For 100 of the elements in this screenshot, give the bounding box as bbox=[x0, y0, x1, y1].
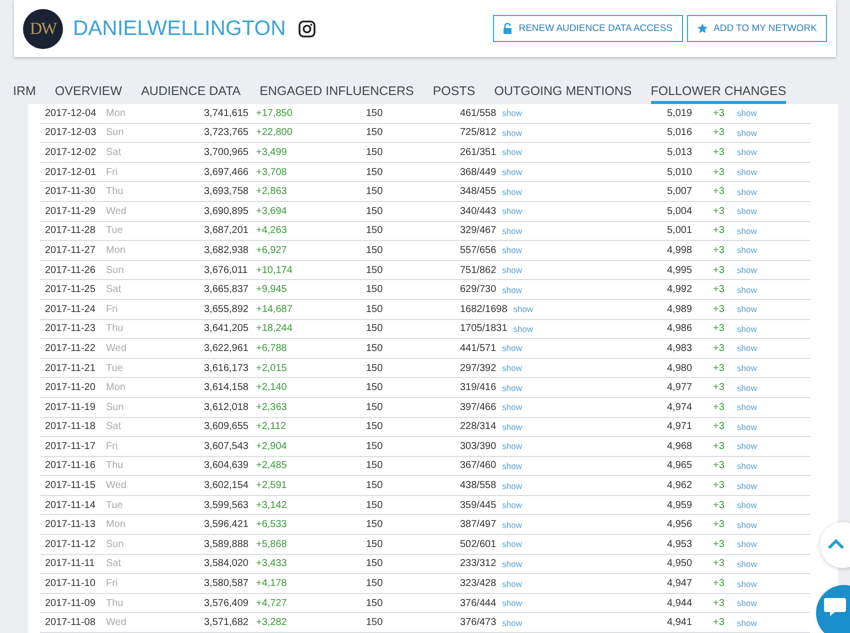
show-link[interactable]: show bbox=[737, 206, 757, 216]
count-cell-text: 3,700,965 bbox=[204, 146, 250, 158]
show-link[interactable]: show bbox=[737, 558, 757, 569]
ratio-cell: 438/558 bbox=[460, 480, 496, 492]
show-link[interactable]: show bbox=[737, 500, 757, 510]
show-link[interactable]: show bbox=[737, 304, 757, 314]
table-cell-text: 150 bbox=[366, 440, 384, 452]
show-link[interactable]: show bbox=[737, 441, 757, 452]
show-link[interactable]: show bbox=[502, 206, 522, 216]
date-cell-text: 2017-11-12 bbox=[45, 538, 96, 550]
show-link[interactable]: show bbox=[502, 539, 522, 550]
table-cell-text: 150 bbox=[366, 342, 384, 354]
date-cell-text: 2017-11-30 bbox=[45, 186, 96, 198]
date-cell-text: 2017-12-03 bbox=[45, 127, 98, 138]
show-link[interactable]: show bbox=[737, 245, 757, 256]
show-link[interactable]: show bbox=[737, 460, 757, 471]
weekday-cell-text: Fri bbox=[106, 166, 119, 178]
show-link[interactable]: show bbox=[502, 441, 522, 452]
show-link[interactable]: show bbox=[737, 108, 757, 118]
show-link[interactable]: show bbox=[737, 480, 757, 491]
weekday-cell-text: Wed bbox=[106, 617, 128, 628]
change-cell-text: +3 bbox=[713, 421, 726, 432]
show-link[interactable]: show bbox=[502, 167, 522, 178]
show-link[interactable]: show bbox=[737, 284, 757, 295]
change-cell-text: +3 bbox=[713, 382, 726, 394]
show-link[interactable]: show bbox=[737, 402, 757, 412]
show-link[interactable]: show bbox=[737, 520, 757, 530]
change-cell-text: +2,485 bbox=[256, 460, 288, 472]
tab[interactable]: POSTS bbox=[432, 78, 476, 104]
show-link[interactable]: show bbox=[737, 226, 757, 236]
unlock-icon bbox=[502, 23, 513, 34]
ratio-cell: 297/392 bbox=[460, 362, 496, 374]
ratio-cell: 359/445 bbox=[460, 500, 496, 511]
table-cell-text: 4,995 bbox=[667, 264, 694, 276]
date-cell-text: 2017-11-09 bbox=[45, 598, 96, 609]
weekday-cell-text: Sat bbox=[106, 146, 122, 158]
tab[interactable]: AUDIENCE DATA bbox=[141, 78, 241, 104]
weekday-cell-text: Mon bbox=[106, 519, 126, 530]
show-link[interactable]: show bbox=[502, 147, 522, 158]
show-link[interactable]: show bbox=[737, 422, 757, 432]
show-link[interactable]: show bbox=[737, 265, 757, 276]
show-link[interactable]: show bbox=[502, 226, 522, 236]
show-link[interactable]: show bbox=[737, 324, 757, 334]
show-link[interactable]: show bbox=[502, 422, 522, 432]
show-link[interactable]: show bbox=[502, 265, 522, 276]
show-link[interactable]: show bbox=[737, 618, 757, 628]
tab[interactable]: ENGAGED INFLUENCERS bbox=[260, 78, 414, 104]
show-link[interactable]: show bbox=[737, 186, 757, 197]
show-link[interactable]: show bbox=[502, 245, 522, 256]
instagram-icon[interactable] bbox=[298, 20, 316, 38]
show-link[interactable]: show bbox=[502, 578, 522, 589]
date-cell-text: 2017-11-20 bbox=[45, 382, 96, 394]
count-cell-text: 3,576,409 bbox=[204, 598, 250, 609]
show-link[interactable]: show bbox=[502, 128, 522, 138]
show-link[interactable]: show bbox=[737, 382, 757, 393]
show-link[interactable]: show bbox=[502, 598, 522, 608]
show-link[interactable]: show bbox=[737, 167, 757, 178]
show-link[interactable]: show bbox=[502, 500, 522, 510]
show-link[interactable]: show bbox=[737, 539, 757, 550]
tab[interactable]: OUTGOING MENTIONS bbox=[494, 78, 632, 104]
show-link[interactable]: show bbox=[737, 363, 757, 374]
change-cell-text: +2,363 bbox=[256, 402, 288, 413]
show-link[interactable]: show bbox=[737, 598, 757, 608]
show-link[interactable]: show bbox=[502, 618, 522, 628]
show-link[interactable]: show bbox=[502, 284, 522, 295]
count-cell-text: 3,676,011 bbox=[204, 264, 249, 276]
show-link[interactable]: show bbox=[502, 558, 522, 569]
ratio-cell: 368/449 bbox=[460, 166, 496, 178]
change-cell-text: +3 bbox=[713, 225, 726, 236]
show-link[interactable]: show bbox=[737, 147, 757, 158]
show-link[interactable]: show bbox=[502, 186, 522, 197]
weekday-cell-text: Sat bbox=[106, 421, 122, 432]
show-link[interactable]: show bbox=[513, 324, 534, 334]
date-cell-text: 2017-12-04 bbox=[45, 108, 98, 119]
change-cell-text: +3 bbox=[713, 558, 726, 570]
date-cell-text: 2017-11-17 bbox=[45, 440, 96, 452]
show-link[interactable]: show bbox=[513, 304, 534, 314]
count-cell-text: 3,602,154 bbox=[204, 480, 250, 492]
show-link[interactable]: show bbox=[502, 480, 522, 491]
chat-icon bbox=[823, 596, 847, 618]
show-link[interactable]: show bbox=[502, 520, 522, 530]
show-link[interactable]: show bbox=[502, 108, 522, 118]
change-cell-text: +3 bbox=[713, 264, 726, 276]
show-link[interactable]: show bbox=[502, 343, 522, 354]
table-cell-text: 150 bbox=[366, 519, 384, 530]
table-cell-text: 150 bbox=[366, 421, 384, 432]
tab[interactable]: OVERVIEW bbox=[54, 78, 122, 104]
show-link[interactable]: show bbox=[737, 343, 757, 354]
ratio-cell: 340/443 bbox=[460, 206, 496, 217]
action-button[interactable]: RENEW AUDIENCE DATA ACCESS bbox=[492, 15, 683, 42]
tab[interactable]: IRM bbox=[13, 78, 36, 104]
show-link[interactable]: show bbox=[502, 460, 522, 471]
show-link[interactable]: show bbox=[737, 128, 757, 138]
action-button[interactable]: ADD TO MY NETWORK bbox=[686, 15, 827, 42]
count-cell-text: 3,604,639 bbox=[204, 460, 250, 472]
table-cell-text: 150 bbox=[366, 108, 384, 119]
show-link[interactable]: show bbox=[502, 402, 522, 412]
show-link[interactable]: show bbox=[502, 363, 522, 374]
show-link[interactable]: show bbox=[502, 382, 522, 393]
show-link[interactable]: show bbox=[737, 578, 757, 589]
